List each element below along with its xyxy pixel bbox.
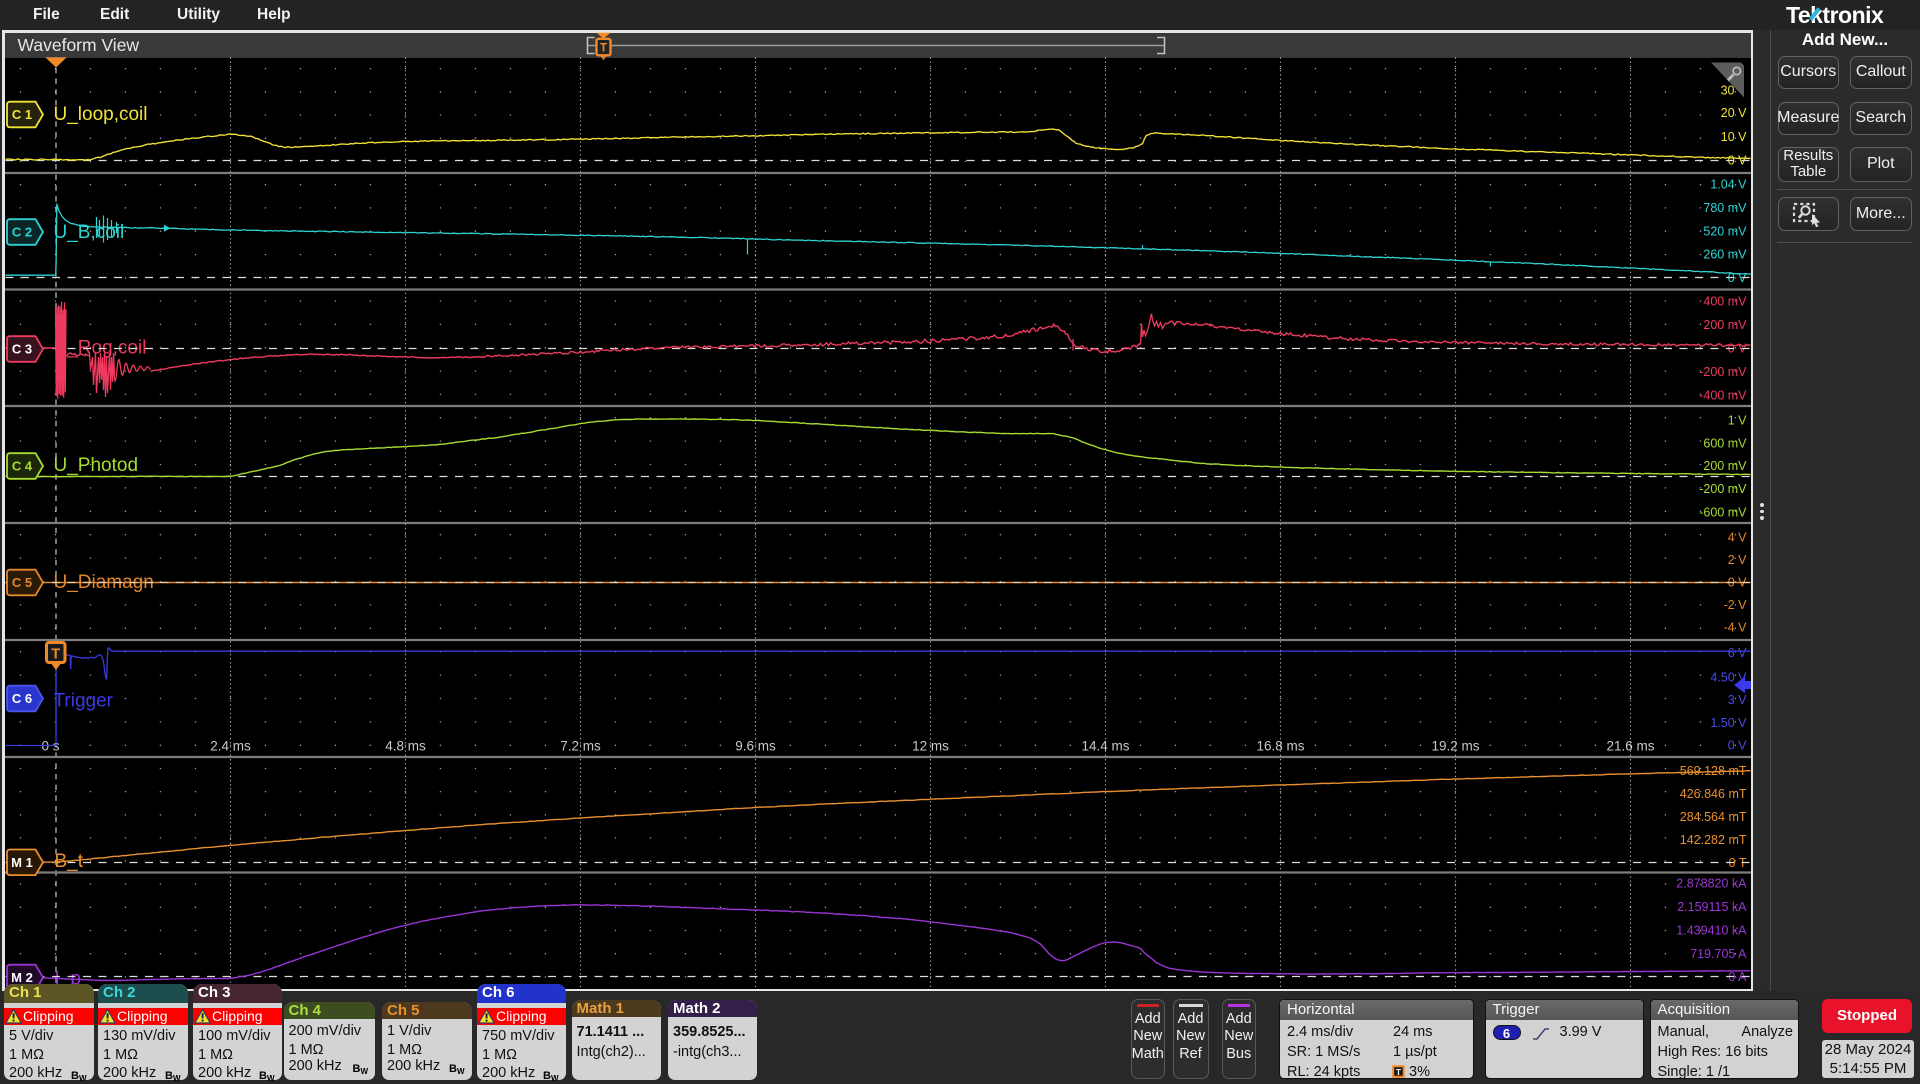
svg-text:M 1: M 1 — [11, 855, 33, 870]
svg-text:-2 V: -2 V — [1723, 598, 1747, 612]
svg-text:U_Photod: U_Photod — [53, 455, 138, 476]
svg-text:T: T — [51, 647, 60, 663]
svg-text:1.50 V: 1.50 V — [1710, 716, 1747, 730]
svg-text:2 V: 2 V — [1727, 553, 1746, 567]
svg-text:C 3: C 3 — [11, 342, 31, 357]
svg-text:-600 mV: -600 mV — [1699, 505, 1747, 519]
svg-text:9.6 ms: 9.6 ms — [735, 739, 776, 754]
svg-text:1.04 V: 1.04 V — [1710, 178, 1747, 192]
svg-text:Trigger: Trigger — [53, 691, 113, 712]
svg-text:4.8 ms: 4.8 ms — [385, 739, 426, 754]
svg-text:142.282 mT: 142.282 mT — [1679, 833, 1746, 847]
svg-text:U_loop,coil: U_loop,coil — [53, 104, 147, 125]
svg-text:19.2 ms: 19.2 ms — [1431, 739, 1479, 754]
svg-text:10 V: 10 V — [1720, 130, 1746, 144]
svg-text:C 5: C 5 — [11, 575, 31, 590]
svg-text:-200 mV: -200 mV — [1699, 482, 1747, 496]
svg-text:780 mV: 780 mV — [1703, 201, 1747, 215]
svg-text:4 V: 4 V — [1727, 530, 1746, 544]
svg-text:600 mV: 600 mV — [1703, 437, 1747, 451]
svg-text:6 V: 6 V — [1727, 646, 1746, 660]
svg-text:2.878820 kA: 2.878820 kA — [1676, 877, 1747, 891]
svg-text:1 V: 1 V — [1727, 414, 1746, 428]
svg-text:16.8 ms: 16.8 ms — [1256, 739, 1304, 754]
svg-text:12 ms: 12 ms — [912, 739, 949, 754]
svg-text:M 2: M 2 — [11, 970, 33, 985]
svg-text:3 V: 3 V — [1727, 693, 1746, 707]
svg-text:C 6: C 6 — [11, 691, 31, 706]
svg-text:T: T — [600, 43, 607, 55]
svg-text:30: 30 — [1720, 84, 1734, 98]
svg-text:-4 V: -4 V — [1723, 621, 1747, 635]
svg-text:U_B,coil: U_B,coil — [53, 222, 124, 243]
svg-text:14.4 ms: 14.4 ms — [1081, 739, 1129, 754]
svg-text:1.439410 kA: 1.439410 kA — [1676, 923, 1747, 937]
svg-text:21.6 ms: 21.6 ms — [1606, 739, 1654, 754]
svg-text:C 2: C 2 — [11, 225, 31, 240]
svg-text:426.846 mT: 426.846 mT — [1679, 787, 1746, 801]
svg-text:-200 mV: -200 mV — [1699, 365, 1747, 379]
svg-text:20 V: 20 V — [1720, 106, 1746, 120]
svg-text:2.4 ms: 2.4 ms — [210, 739, 251, 754]
svg-text:284.564 mT: 284.564 mT — [1679, 810, 1746, 824]
svg-text:200 mV: 200 mV — [1703, 459, 1747, 473]
svg-text:C 1: C 1 — [11, 107, 31, 122]
svg-text:400 mV: 400 mV — [1703, 295, 1747, 309]
svg-text:-400 mV: -400 mV — [1699, 389, 1747, 403]
svg-text:719.705 A: 719.705 A — [1690, 947, 1747, 961]
svg-text:0 V: 0 V — [1727, 739, 1746, 753]
svg-text:200 mV: 200 mV — [1703, 318, 1747, 332]
svg-text:C 4: C 4 — [11, 459, 32, 474]
svg-text:520 mV: 520 mV — [1703, 224, 1747, 238]
svg-text:2.159115 kA: 2.159115 kA — [1677, 900, 1747, 914]
svg-text:260 mV: 260 mV — [1703, 248, 1747, 262]
svg-text:T: T — [1396, 1066, 1402, 1076]
svg-text:7.2 ms: 7.2 ms — [560, 739, 601, 754]
